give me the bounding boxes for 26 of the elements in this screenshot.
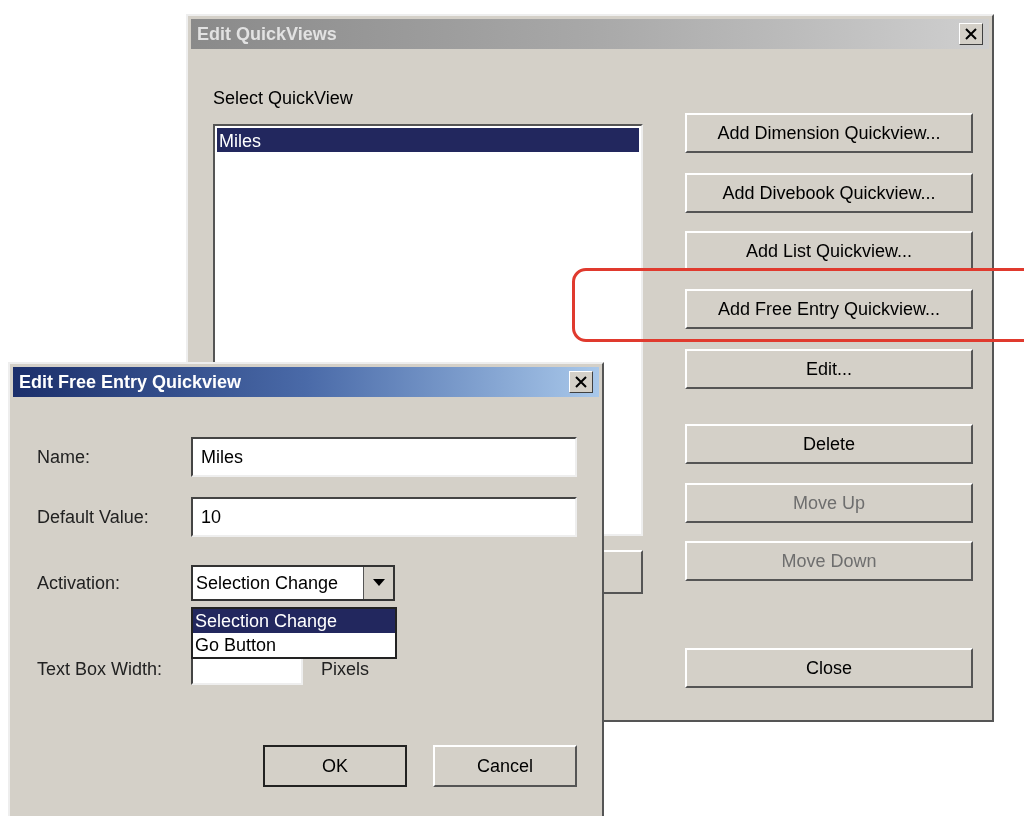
dropdown-option[interactable]: Selection Change	[193, 609, 395, 633]
close-icon	[575, 376, 587, 388]
dialog-button[interactable]: Delete	[685, 424, 973, 464]
field-label: Name:	[37, 445, 91, 469]
field-label: Activation:	[37, 571, 122, 595]
text-field[interactable]: Miles	[191, 437, 577, 477]
dialog-button[interactable]: Cancel	[433, 745, 577, 787]
dialog-button[interactable]: Add Dimension Quickview...	[685, 113, 973, 153]
close-icon	[965, 28, 977, 40]
dialog-button[interactable]: Close	[685, 648, 973, 688]
close-button[interactable]	[959, 23, 983, 45]
dialog-button[interactable]: Add Free Entry Quickview...	[685, 289, 973, 329]
unit-label: Pixels	[321, 657, 369, 681]
dialog-button[interactable]: Add List Quickview...	[685, 231, 973, 271]
dropdown-option[interactable]: Go Button	[193, 633, 395, 657]
window-title: Edit QuickViews	[197, 22, 337, 46]
list-label: Select QuickView	[213, 87, 354, 110]
field-label: Default Value:	[37, 505, 150, 529]
close-button[interactable]	[569, 371, 593, 393]
text-field[interactable]: 10	[191, 497, 577, 537]
list-item[interactable]: Miles	[217, 128, 639, 152]
dialog-button[interactable]: Edit...	[685, 349, 973, 389]
field-label: Text Box Width:	[37, 657, 164, 681]
dropdown-field[interactable]: Selection Change	[191, 565, 395, 601]
dialog-button[interactable]: OK	[263, 745, 407, 787]
dialog-button[interactable]: Add Divebook Quickview...	[685, 173, 973, 213]
